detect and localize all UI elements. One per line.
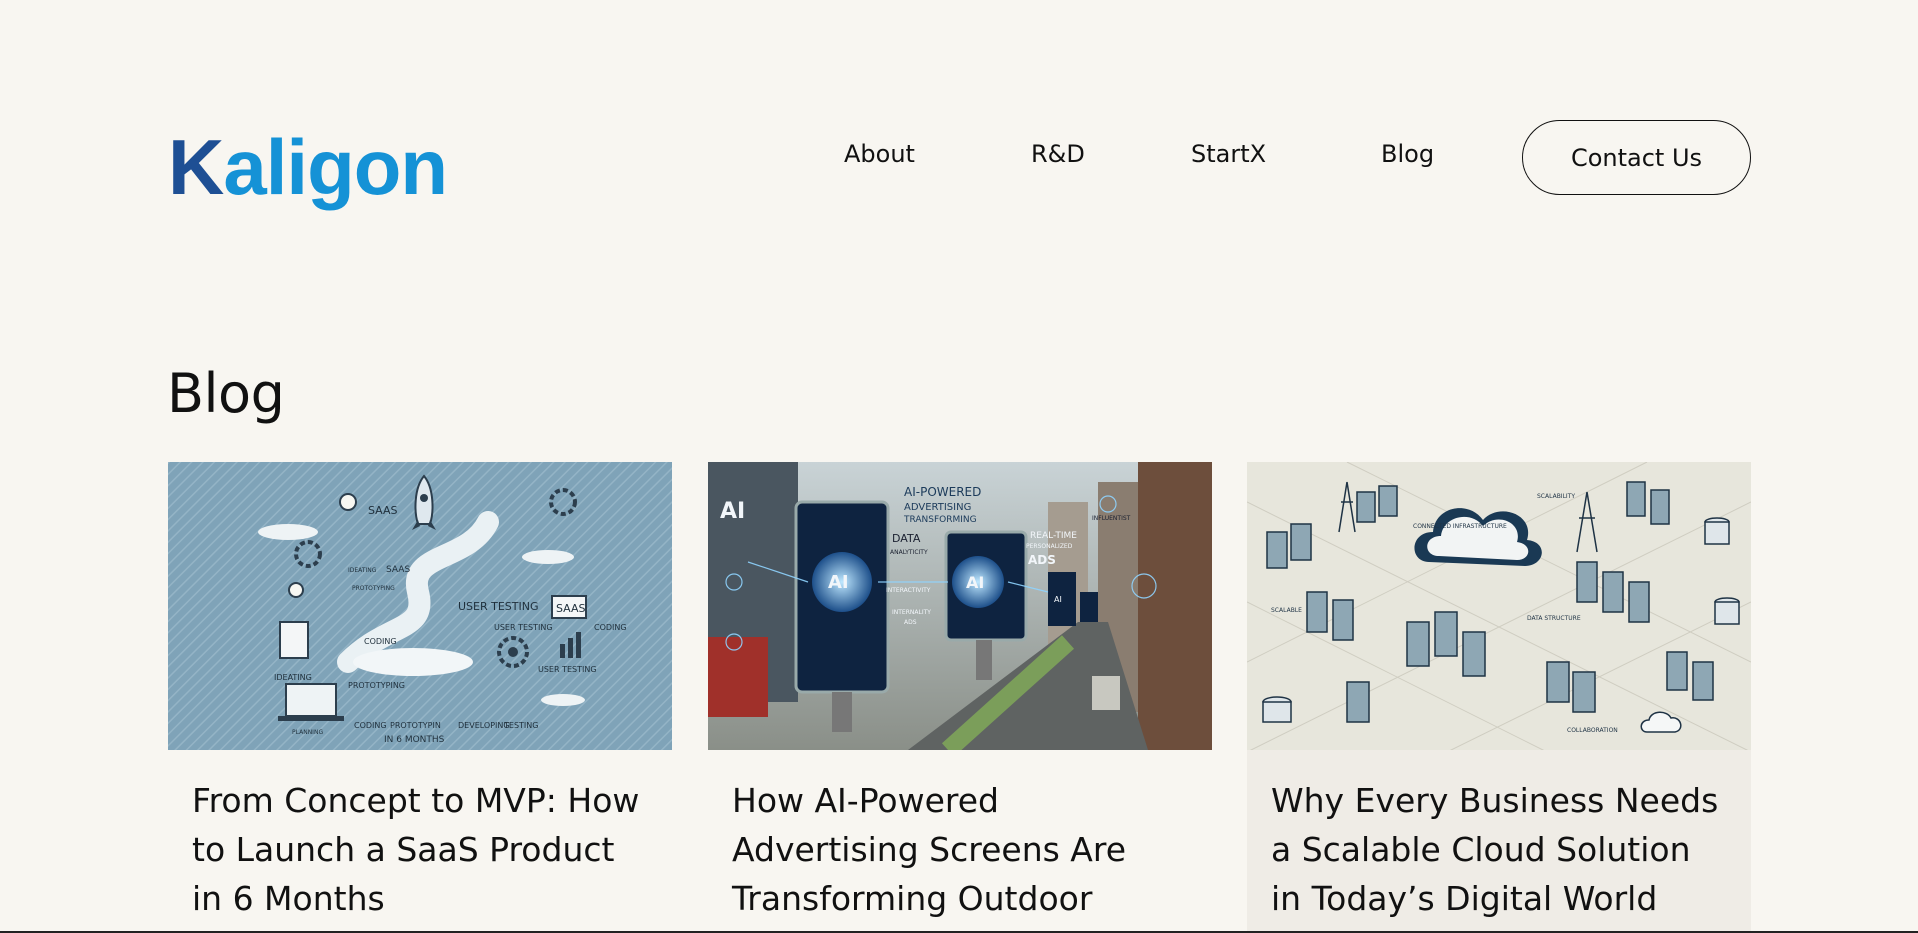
image-label: TESTING	[503, 721, 538, 730]
image-label: AI	[1054, 595, 1062, 604]
image-label: PERSONALIZED	[1026, 543, 1073, 550]
image-label: IN 6 MONTHS	[384, 735, 445, 745]
page-title: Blog	[167, 362, 285, 425]
image-label: SCALABILITY	[1537, 493, 1575, 500]
post-title[interactable]: From Concept to MVP: How to Launch a Saa…	[168, 750, 672, 923]
page: Kaligon About R&D StartX Blog Contact Us…	[0, 0, 1918, 933]
image-label: CODING	[364, 637, 397, 646]
nav-rnd[interactable]: R&D	[1031, 140, 1085, 168]
image-label: DATA STRUCTURE	[1527, 615, 1581, 622]
blog-post-card[interactable]: SAAS SAAS USER TESTING SAAS USER TESTING…	[168, 462, 672, 933]
post-thumbnail-cloud[interactable]: SCALABLE CONNECTED INFRASTRUCTURE DATA S…	[1247, 462, 1751, 750]
cloud-infrastructure-illustration: SCALABLE CONNECTED INFRASTRUCTURE DATA S…	[1247, 462, 1751, 750]
brand-logo[interactable]: Kaligon	[168, 128, 448, 206]
blog-post-card[interactable]: SCALABLE CONNECTED INFRASTRUCTURE DATA S…	[1247, 462, 1751, 933]
image-label: SCALABLE	[1271, 607, 1302, 614]
image-label: PROTOTYPING	[348, 681, 405, 690]
post-title[interactable]: How AI-Powered Advertising Screens Are T…	[708, 750, 1212, 933]
image-label: REAL-TIME	[1030, 531, 1077, 541]
image-label: USER TESTING	[538, 665, 597, 674]
image-label: CODING	[594, 623, 627, 632]
post-thumbnail-saas[interactable]: SAAS SAAS USER TESTING SAAS USER TESTING…	[168, 462, 672, 750]
image-label: INTERACTIVITY	[886, 587, 931, 594]
contact-us-button[interactable]: Contact Us	[1522, 120, 1751, 195]
image-label: PROTOTYPING	[352, 585, 395, 592]
image-label: CONNECTED INFRASTRUCTURE	[1413, 523, 1507, 530]
image-label: ADS	[1028, 553, 1056, 567]
nav-blog[interactable]: Blog	[1381, 140, 1434, 168]
saas-illustration: SAAS SAAS USER TESTING SAAS USER TESTING…	[168, 462, 672, 750]
image-label: PLANNING	[292, 729, 323, 736]
post-title[interactable]: Why Every Business Needs a Scalable Clou…	[1247, 750, 1751, 923]
image-label: INTERNALITY	[892, 609, 931, 616]
image-label: USER TESTING	[458, 600, 539, 613]
image-label: SAAS	[368, 504, 398, 517]
image-label: TRANSFORMING	[903, 515, 977, 525]
image-label: INFLUENTIST	[1092, 515, 1131, 522]
image-label: SAAS	[556, 602, 586, 615]
logo-rest: aligon	[223, 123, 448, 211]
image-label: AI	[720, 499, 745, 524]
ai-advertising-illustration: AI AI-POWERED ADVERTISING TRANSFORMING D…	[708, 462, 1212, 750]
image-label: AI	[828, 572, 849, 593]
image-label: CODING	[354, 721, 387, 730]
nav-about[interactable]: About	[844, 140, 915, 168]
blog-post-card[interactable]: AI AI-POWERED ADVERTISING TRANSFORMING D…	[708, 462, 1212, 933]
image-label: ANALYTICITY	[890, 549, 928, 556]
image-label: DEVELOPING	[458, 721, 510, 730]
image-label: ADS	[904, 619, 917, 626]
image-label: IDEATING	[348, 567, 377, 574]
image-label: IDEATING	[274, 673, 312, 682]
image-label: COLLABORATION	[1567, 727, 1618, 734]
nav-startx[interactable]: StartX	[1191, 140, 1266, 168]
image-label: ADVERTISING	[904, 502, 971, 513]
image-label: USER TESTING	[494, 623, 553, 632]
image-label: AI-POWERED	[904, 485, 981, 499]
image-label: AI	[966, 573, 984, 592]
post-thumbnail-ai-ads[interactable]: AI AI-POWERED ADVERTISING TRANSFORMING D…	[708, 462, 1212, 750]
logo-initial: K	[168, 123, 224, 211]
image-label: DATA	[892, 532, 921, 545]
image-label: SAAS	[386, 565, 410, 575]
image-label: PROTOTYPIN	[390, 721, 441, 730]
